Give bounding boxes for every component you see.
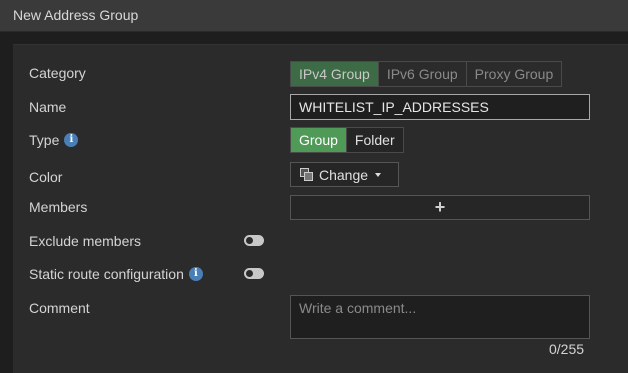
info-icon[interactable]: i (188, 267, 203, 281)
members-add-button[interactable]: + (290, 195, 590, 220)
comment-char-counter: 0/255 (549, 341, 585, 357)
exclude-members-label: Exclude members (29, 233, 142, 249)
name-label: Name (29, 99, 67, 115)
category-option-proxy[interactable]: Proxy Group (466, 62, 562, 86)
name-field[interactable] (290, 94, 590, 120)
color-label: Color (29, 169, 63, 185)
type-label: Type i (29, 132, 79, 148)
static-route-toggle[interactable] (244, 268, 264, 279)
change-color-button[interactable]: Change (290, 162, 399, 187)
comment-label: Comment (29, 300, 90, 316)
category-option-ipv4[interactable]: IPv4 Group (291, 62, 379, 86)
type-option-group[interactable]: Group (291, 128, 347, 152)
info-icon[interactable]: i (64, 133, 79, 147)
plus-icon: + (434, 197, 446, 217)
members-label: Members (29, 199, 88, 215)
toggle-knob (246, 237, 253, 244)
dialog-title: New Address Group (13, 7, 139, 23)
comment-field[interactable] (290, 295, 590, 339)
exclude-members-toggle[interactable] (244, 235, 264, 246)
palette-icon (300, 167, 314, 182)
category-label: Category (29, 65, 86, 81)
static-route-label: Static route configuration i (29, 266, 203, 282)
type-option-folder[interactable]: Folder (346, 128, 403, 152)
type-selector: Group Folder (290, 127, 404, 153)
dialog-titlebar: New Address Group (0, 0, 628, 32)
change-color-label: Change (319, 166, 369, 183)
category-selector: IPv4 Group IPv6 Group Proxy Group (290, 61, 563, 87)
category-option-ipv6[interactable]: IPv6 Group (378, 62, 467, 86)
caret-down-icon (375, 172, 382, 177)
toggle-knob (246, 270, 253, 277)
